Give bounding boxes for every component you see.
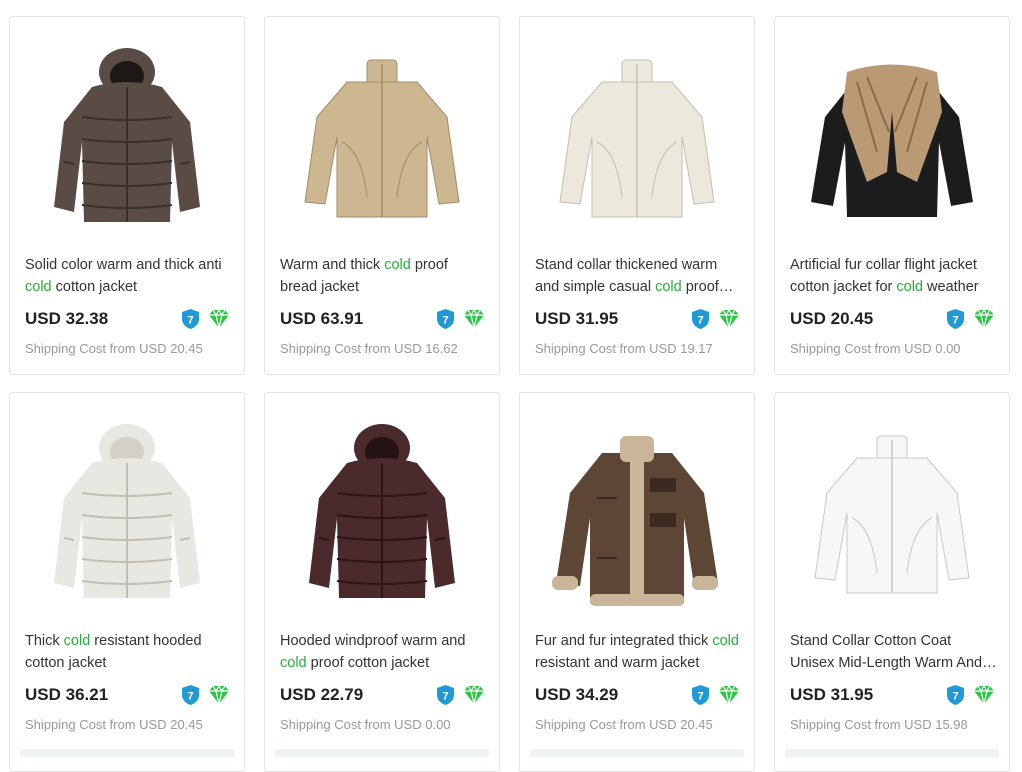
product-card[interactable]: Thick cold resistant hooded cotton jacke… (9, 392, 245, 772)
product-badges: 7 (691, 308, 740, 330)
seven-day-shield-icon: 7 (181, 684, 200, 706)
product-card[interactable]: Stand Collar Cotton Coat Unisex Mid-Leng… (774, 392, 1010, 772)
product-badges: 7 (181, 308, 230, 330)
product-title[interactable]: Hooded windproof warm and cold proof cot… (280, 630, 487, 674)
product-image[interactable] (265, 393, 499, 623)
svg-text:7: 7 (442, 315, 448, 327)
jacket-image[interactable] (777, 32, 1007, 232)
svg-text:7: 7 (952, 691, 958, 703)
product-price: USD 22.79 (280, 685, 364, 704)
product-badges: 7 (946, 684, 995, 706)
jacket-image[interactable] (267, 408, 497, 608)
seven-day-shield-icon: 7 (436, 684, 455, 706)
svg-text:7: 7 (697, 691, 703, 703)
product-card[interactable]: Artificial fur collar flight jacket cott… (774, 16, 1010, 375)
product-image[interactable] (265, 17, 499, 247)
product-badges: 7 (946, 308, 995, 330)
product-title[interactable]: Thick cold resistant hooded cotton jacke… (25, 630, 232, 674)
card-bottom-strip (275, 749, 489, 757)
product-card[interactable]: Warm and thick cold proof bread jacket U… (264, 16, 500, 375)
product-image[interactable] (10, 17, 244, 247)
jacket-image[interactable] (12, 32, 242, 232)
gem-icon (208, 685, 230, 705)
jacket-image[interactable] (522, 408, 752, 608)
gem-icon (463, 685, 485, 705)
gem-icon (973, 685, 995, 705)
product-card[interactable]: Solid color warm and thick anti cold cot… (9, 16, 245, 375)
product-title[interactable]: Artificial fur collar flight jacket cott… (790, 254, 997, 298)
product-title[interactable]: Fur and fur integrated thick cold resist… (535, 630, 742, 674)
seven-day-shield-icon: 7 (946, 684, 965, 706)
seven-day-shield-icon: 7 (181, 308, 200, 330)
shipping-cost: Shipping Cost from USD 15.98 (790, 717, 968, 732)
svg-text:7: 7 (442, 691, 448, 703)
shipping-cost: Shipping Cost from USD 19.17 (535, 341, 713, 356)
product-price: USD 20.45 (790, 309, 874, 328)
card-bottom-strip (785, 749, 999, 757)
gem-icon (208, 309, 230, 329)
jacket-image[interactable] (522, 32, 752, 232)
svg-text:7: 7 (697, 315, 703, 327)
shipping-cost: Shipping Cost from USD 0.00 (790, 341, 961, 356)
product-image[interactable] (520, 17, 754, 247)
product-price: USD 36.21 (25, 685, 109, 704)
product-badges: 7 (436, 684, 485, 706)
product-image[interactable] (520, 393, 754, 623)
product-title[interactable]: Solid color warm and thick anti cold cot… (25, 254, 232, 298)
shipping-cost: Shipping Cost from USD 20.45 (25, 717, 203, 732)
product-badges: 7 (181, 684, 230, 706)
shipping-cost: Shipping Cost from USD 16.62 (280, 341, 458, 356)
seven-day-shield-icon: 7 (436, 308, 455, 330)
card-bottom-strip (20, 749, 234, 757)
seven-day-shield-icon: 7 (691, 684, 710, 706)
svg-text:7: 7 (952, 315, 958, 327)
gem-icon (718, 685, 740, 705)
shipping-cost: Shipping Cost from USD 20.45 (535, 717, 713, 732)
gem-icon (973, 309, 995, 329)
jacket-image[interactable] (12, 408, 242, 608)
product-badges: 7 (436, 308, 485, 330)
gem-icon (463, 309, 485, 329)
svg-text:7: 7 (187, 691, 193, 703)
jacket-image[interactable] (777, 408, 1007, 608)
product-image[interactable] (775, 17, 1009, 247)
seven-day-shield-icon: 7 (691, 308, 710, 330)
product-image[interactable] (775, 393, 1009, 623)
product-price: USD 31.95 (790, 685, 874, 704)
product-badges: 7 (691, 684, 740, 706)
jacket-image[interactable] (267, 32, 497, 232)
product-price: USD 31.95 (535, 309, 619, 328)
product-price: USD 63.91 (280, 309, 364, 328)
shipping-cost: Shipping Cost from USD 20.45 (25, 341, 203, 356)
product-card[interactable]: Stand collar thickened warm and simple c… (519, 16, 755, 375)
product-image[interactable] (10, 393, 244, 623)
seven-day-shield-icon: 7 (946, 308, 965, 330)
product-card[interactable]: Fur and fur integrated thick cold resist… (519, 392, 755, 772)
product-card[interactable]: Hooded windproof warm and cold proof cot… (264, 392, 500, 772)
card-bottom-strip (530, 749, 744, 757)
product-title[interactable]: Stand collar thickened warm and simple c… (535, 254, 742, 298)
product-title[interactable]: Warm and thick cold proof bread jacket (280, 254, 487, 298)
gem-icon (718, 309, 740, 329)
product-price: USD 32.38 (25, 309, 109, 328)
svg-text:7: 7 (187, 315, 193, 327)
shipping-cost: Shipping Cost from USD 0.00 (280, 717, 451, 732)
product-title[interactable]: Stand Collar Cotton Coat Unisex Mid-Leng… (790, 630, 997, 674)
product-price: USD 34.29 (535, 685, 619, 704)
